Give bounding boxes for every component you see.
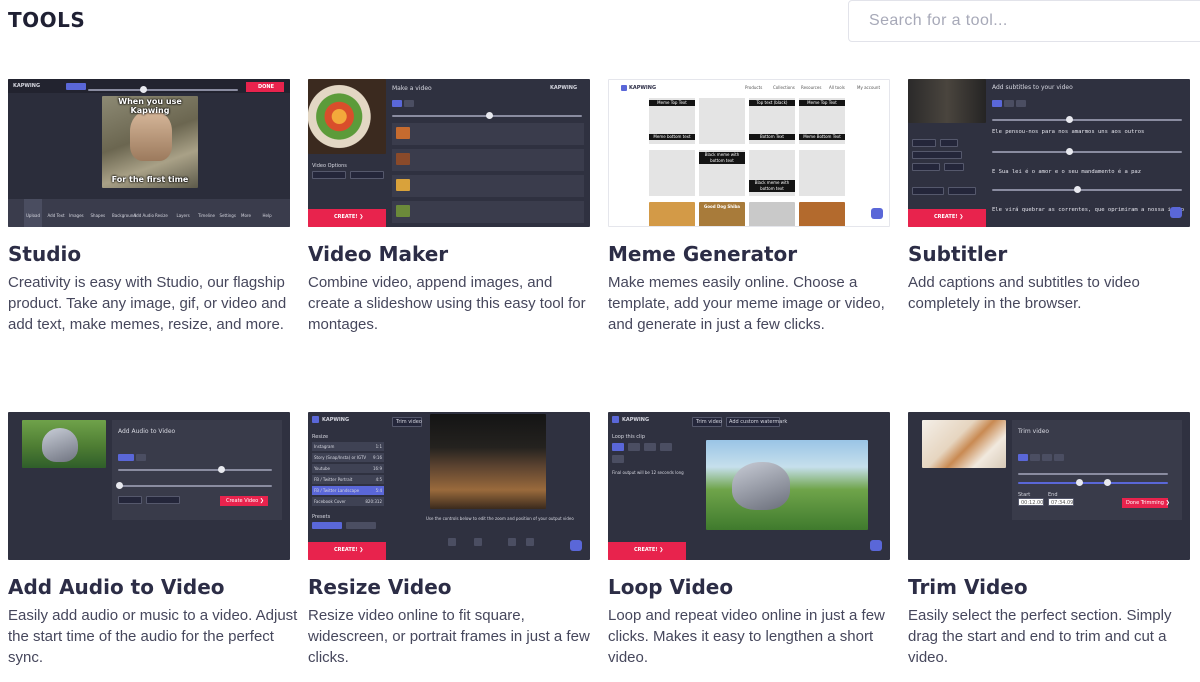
toolbar-item[interactable]: More [241, 213, 251, 218]
toolbar-item[interactable]: Settings [220, 213, 236, 218]
chat-icon[interactable] [870, 540, 882, 551]
kapwing-logo-icon [621, 85, 627, 91]
resize-size-ratio: 9:16 [373, 455, 382, 460]
meme-nav-item[interactable]: All tools [829, 85, 845, 90]
toolbar-item[interactable]: Add Text [48, 213, 65, 218]
tool-card-loop-video[interactable]: KAPWING Loop this clip Final output will… [608, 412, 890, 666]
subtitler-thumbnail[interactable]: CREATE! ❯ Add subtitles to your video El… [908, 79, 1190, 227]
toolbar-item[interactable]: Shapes [91, 213, 106, 218]
search-input[interactable] [848, 0, 1200, 42]
tool-description: Add captions and subtitles to video comp… [908, 274, 1140, 312]
tool-title[interactable]: Meme Generator [608, 242, 797, 266]
toolbar-item[interactable]: Background [112, 213, 136, 218]
resize-size-option[interactable]: Story (Snap/Insta) or IGTV 9:16 [312, 453, 384, 462]
tool-description: Loop and repeat video online in just a f… [608, 607, 885, 666]
tool-title[interactable]: Trim Video [908, 575, 1028, 599]
tool-card-video-maker[interactable]: Video Options CREATE! ❯ Make a video KAP… [308, 79, 590, 333]
toolbar-item[interactable]: Add Audio [134, 213, 154, 218]
meme-top-caption: When you use Kapwing [118, 97, 182, 115]
tool-description: Combine video, append images, and create… [308, 274, 586, 333]
toolbar-item[interactable]: Images [69, 213, 84, 218]
meme-bottom-caption: For the first time [111, 175, 189, 184]
tool-card-add-audio[interactable]: Add Audio to Video Create Video ❯ Add Au… [8, 412, 297, 666]
basketball-video-frame [430, 414, 546, 509]
chat-icon[interactable] [1170, 207, 1182, 218]
trim-video-thumbnail[interactable]: Trim video Start End 00:12.00 07:34.09 D… [908, 412, 1190, 560]
resize-size-ratio: 820:312 [365, 499, 382, 504]
resize-size-name: Youtube [314, 466, 330, 471]
tool-title[interactable]: Add Audio to Video [8, 575, 225, 599]
tool-title[interactable]: Studio [8, 242, 81, 266]
chat-icon[interactable] [570, 540, 582, 551]
video-maker-thumbnail[interactable]: Video Options CREATE! ❯ Make a video KAP… [308, 79, 590, 227]
chat-icon[interactable] [871, 208, 883, 219]
add-audio-thumbnail[interactable]: Add Audio to Video Create Video ❯ [8, 412, 290, 560]
tool-card-resize-video[interactable]: KAPWING Resize Instagram 1:1 Story (Snap/I… [308, 412, 590, 666]
food-image [308, 79, 386, 154]
resize-size-option[interactable]: Youtube 16:9 [312, 464, 384, 473]
resize-size-option[interactable]: Facebook Cover 820:312 [312, 497, 384, 506]
brand-logo: KAPWING [13, 83, 41, 89]
tool-description: Make memes easily online. Choose a templ… [608, 274, 885, 333]
resize-video-thumbnail[interactable]: KAPWING Resize Instagram 1:1 Story (Snap/I… [308, 412, 590, 560]
resize-size-name: Facebook Cover [314, 499, 346, 504]
resize-size-ratio: 16:9 [373, 466, 382, 471]
meme-nav-item[interactable]: My account [857, 85, 880, 90]
resize-size-ratio: 5:4 [375, 488, 382, 493]
tool-description: Resize video online to fit square, wides… [308, 607, 590, 666]
tool-title[interactable]: Loop Video [608, 575, 733, 599]
studio-thumbnail[interactable]: KAPWING DONE When you use Kapwing For th… [8, 79, 290, 227]
kapwing-logo-icon [612, 416, 619, 423]
resize-size-name: Instagram [314, 444, 335, 449]
resize-size-name: Story (Snap/Insta) or IGTV [314, 455, 367, 460]
tool-card-studio[interactable]: KAPWING DONE When you use Kapwing For th… [8, 79, 290, 333]
page-title: TOOLS [8, 8, 86, 32]
resize-size-option[interactable]: FB / Twitter Portrait 4:5 [312, 475, 384, 484]
kapwing-logo-icon [312, 416, 319, 423]
tool-description: Creativity is easy with Studio, our flag… [8, 274, 287, 333]
subtitle-video-frame [908, 79, 986, 123]
toolbar-item[interactable]: Resize [155, 213, 168, 218]
kitten-video-frame [922, 420, 1006, 468]
meme-generator-thumbnail[interactable]: KAPWING Products Collections Resources All … [608, 79, 890, 227]
toolbar-item[interactable]: Timeline [198, 213, 215, 218]
toolbar-item[interactable]: Layers [177, 213, 190, 218]
tool-description: Easily select the perfect section. Simpl… [908, 607, 1172, 666]
tool-title[interactable]: Video Maker [308, 242, 448, 266]
toolbar-item[interactable]: Help [263, 213, 272, 218]
tool-description: Easily add audio or music to a video. Ad… [8, 607, 298, 666]
resize-size-name: FB / Twitter Portrait [314, 477, 353, 482]
tool-card-trim-video[interactable]: Trim video Start End 00:12.00 07:34.09 D… [908, 412, 1190, 666]
toolbar-item[interactable]: Upload [26, 213, 40, 218]
resize-size-option[interactable]: FB / Twitter Landscape 5:4 [312, 486, 384, 495]
tool-card-subtitler[interactable]: CREATE! ❯ Add subtitles to your video El… [908, 79, 1190, 312]
resize-size-option[interactable]: Instagram 1:1 [312, 442, 384, 451]
tool-title[interactable]: Resize Video [308, 575, 452, 599]
meme-nav-item[interactable]: Products [745, 85, 762, 90]
loop-video-thumbnail[interactable]: KAPWING Loop this clip Final output will… [608, 412, 890, 560]
resize-size-ratio: 1:1 [375, 444, 382, 449]
resize-size-ratio: 4:5 [375, 477, 382, 482]
tool-title[interactable]: Subtitler [908, 242, 1007, 266]
meme-nav-item[interactable]: Collections [773, 85, 795, 90]
meme-nav-item[interactable]: Resources [801, 85, 821, 90]
tool-card-meme-generator[interactable]: KAPWING Products Collections Resources All … [608, 79, 890, 333]
resize-size-name: FB / Twitter Landscape [314, 488, 360, 493]
